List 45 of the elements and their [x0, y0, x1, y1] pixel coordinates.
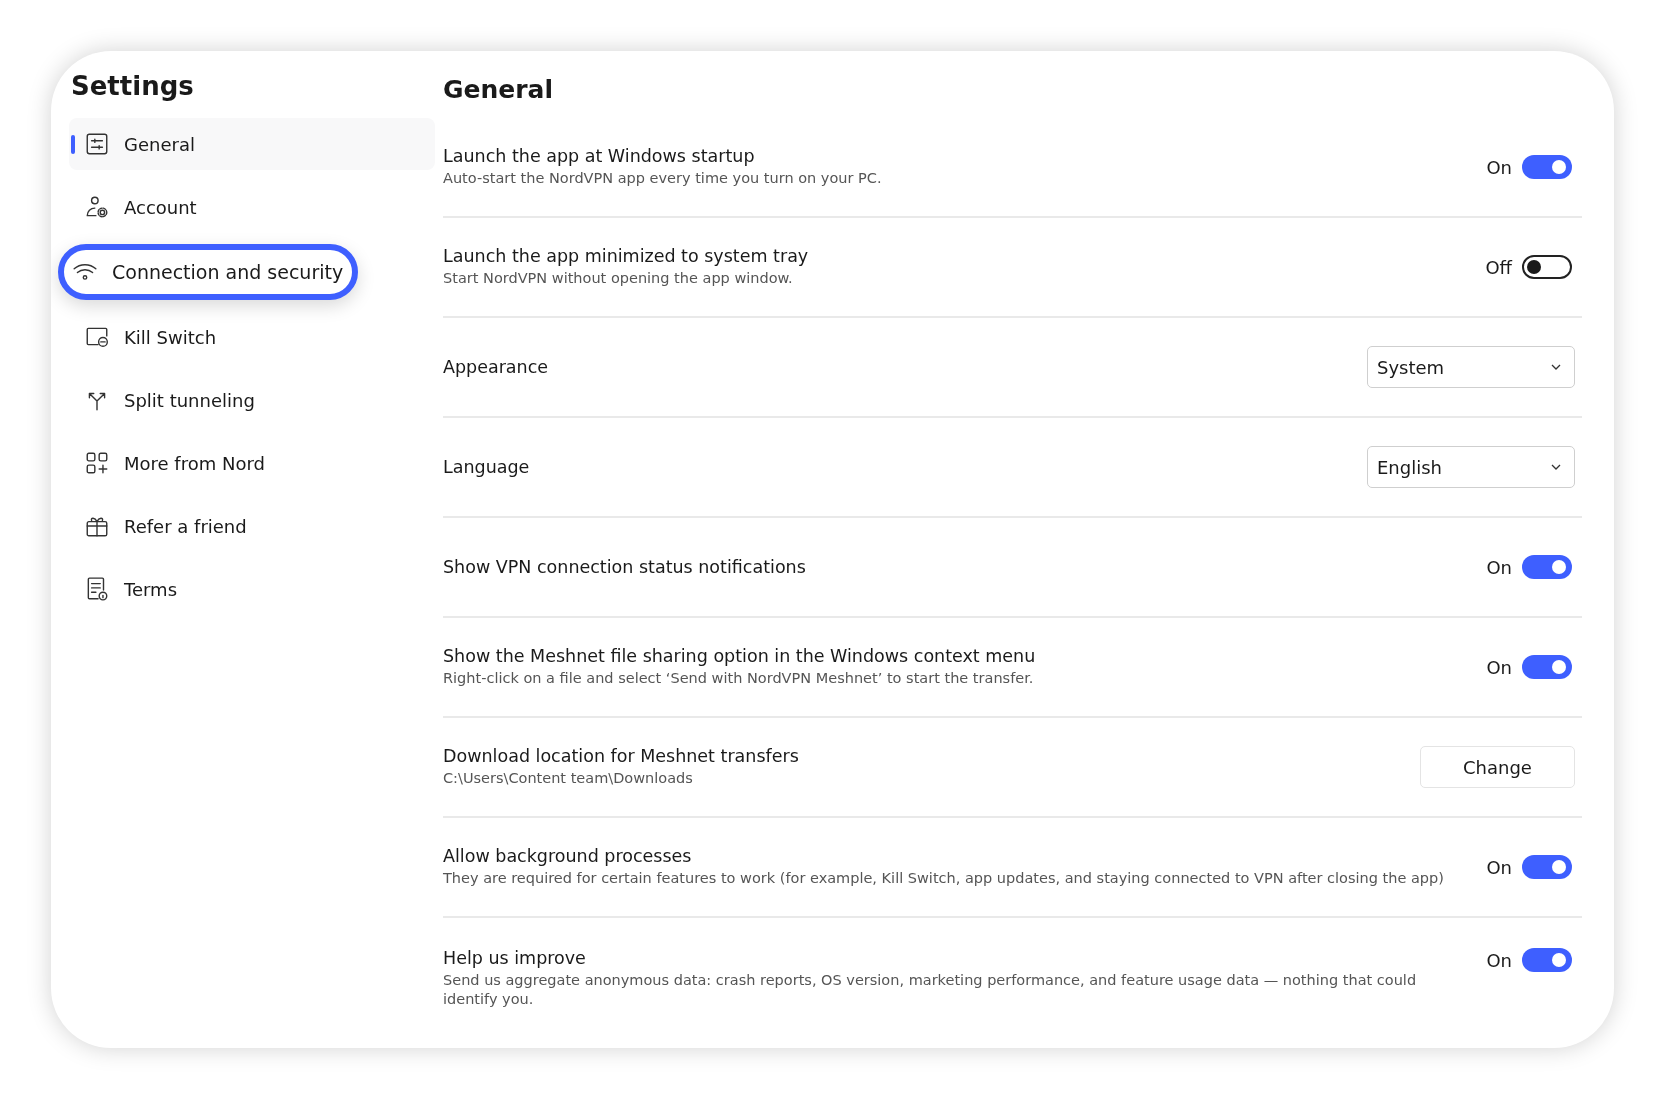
toggle-switch[interactable] [1522, 855, 1572, 879]
toggle-state-label: On [1486, 656, 1512, 678]
setting-title: Show VPN connection status notifications [443, 557, 807, 577]
setting-description: C:\Users\Content team\Downloads [443, 769, 694, 788]
user-gear-icon [84, 194, 110, 220]
setting-title: Show the Meshnet file sharing option in the Windows context menu [443, 646, 1037, 667]
sidebar-item[interactable]: Connection and security [58, 244, 358, 300]
setting-title: Appearance [443, 357, 550, 377]
chevron-down-icon [1550, 463, 1562, 471]
toggle-switch[interactable] [1522, 555, 1572, 579]
toggle-switch[interactable] [1522, 255, 1572, 279]
toggle-state-label: On [1486, 856, 1512, 878]
toggle-state-label: Off [1485, 256, 1512, 278]
sidebar-item[interactable]: More from Nord [69, 437, 435, 489]
setting-title: Launch the app minimized to system tray [443, 246, 810, 267]
toggle-switch[interactable] [1522, 155, 1572, 179]
toggle-switch[interactable] [1522, 948, 1572, 972]
setting-title: Launch the app at Windows startup [443, 146, 756, 167]
setting-description: Send us aggregate anonymous data: crash reports, OS version, marketing performance, and feature usage data — nothing that could identify you. [443, 971, 1418, 1009]
sidebar-item[interactable]: Account [69, 181, 435, 233]
setting-title: Download location for Meshnet transfers [443, 746, 800, 767]
sidebar-item[interactable]: Terms [69, 563, 435, 615]
toggle-switch[interactable] [1522, 655, 1572, 679]
setting-description: They are required for certain features to work (for example, Kill Switch, app updates, and staying connected to VPN after closing the app) [443, 869, 1445, 888]
chevron-down-icon [1550, 363, 1562, 371]
sidebar-title: Settings [71, 71, 194, 101]
toggle-state-label: On [1486, 556, 1512, 578]
page-title: General [443, 75, 554, 104]
toggle-state-label: On [1486, 949, 1512, 971]
setting-description: Start NordVPN without opening the app window. [443, 269, 794, 288]
dropdown[interactable]: English [1367, 446, 1575, 488]
sidebar-item[interactable]: General [69, 118, 435, 170]
setting-description: Right-click on a file and select ‘Send with NordVPN Meshnet’ to start the transfer. [443, 669, 1035, 688]
setting-description: Auto-start the NordVPN app every time you turn on your PC. [443, 169, 883, 188]
apps-icon [84, 450, 110, 476]
setting-title: Help us improve [443, 948, 587, 968]
change-button[interactable]: Change [1420, 746, 1575, 788]
sidebar-item[interactable]: Split tunneling [69, 374, 435, 426]
toggle-state-label: On [1486, 156, 1512, 178]
sliders-icon [84, 131, 110, 157]
sidebar-item[interactable]: Refer a friend [69, 500, 435, 552]
dropdown[interactable]: System [1367, 346, 1575, 388]
setting-title: Language [443, 457, 531, 477]
setting-title: Allow background processes [443, 846, 693, 867]
sidebar-item[interactable]: Kill Switch [69, 311, 435, 363]
